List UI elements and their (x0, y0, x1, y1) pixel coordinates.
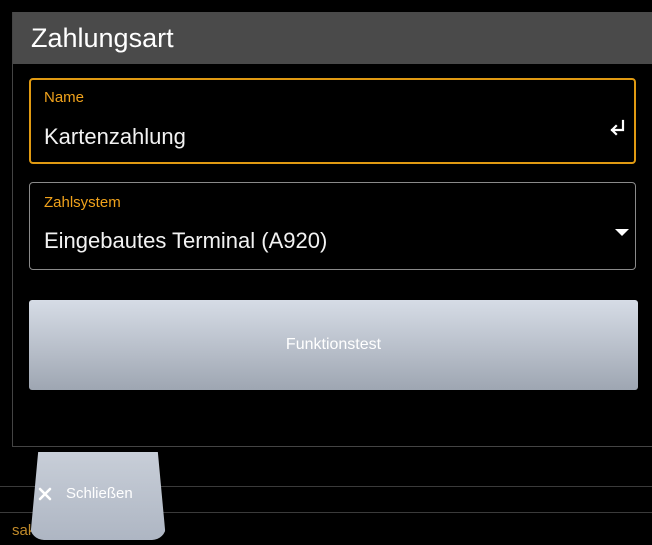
screen: sak Zahlungsart Name Kartenzahlung Zahls… (0, 0, 652, 545)
payment-system-select[interactable]: Zahlsystem Eingebautes Terminal (A920) (29, 182, 636, 270)
name-field-value[interactable]: Kartenzahlung (44, 124, 186, 150)
dropdown-arrow-icon[interactable] (615, 227, 629, 237)
name-field-label: Name (44, 89, 85, 106)
payment-system-value[interactable]: Eingebautes Terminal (A920) (44, 228, 327, 254)
payment-method-dialog: Zahlungsart Name Kartenzahlung Zahlsyste… (12, 12, 652, 447)
dialog-title: Zahlungsart (31, 23, 174, 53)
close-label[interactable]: Schließen (66, 485, 133, 502)
function-test-button[interactable]: Funktionstest (29, 300, 638, 390)
name-field[interactable]: Name Kartenzahlung (29, 78, 636, 164)
enter-key-icon[interactable] (604, 118, 628, 142)
close-icon[interactable] (38, 487, 52, 501)
dialog-header: Zahlungsart (13, 12, 652, 64)
payment-system-label: Zahlsystem (44, 194, 121, 211)
